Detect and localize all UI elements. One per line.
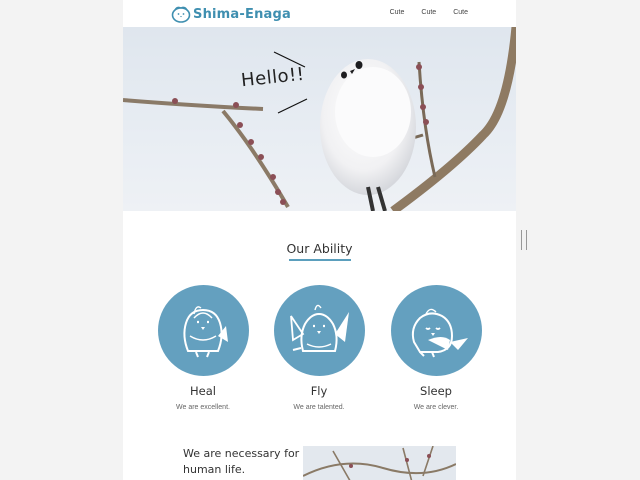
bird-sleep-icon: [411, 308, 468, 357]
page: Shima-Enaga Cute Cute Cute Hello!! Our A…: [123, 0, 516, 480]
ability-circle: [157, 285, 249, 376]
logo-text: Shima-Enaga: [193, 6, 291, 22]
ability-name: Heal: [190, 384, 216, 398]
ability-card-heal: Heal We are excellent.: [157, 285, 249, 411]
hero-image: Hello!!: [123, 27, 516, 211]
hero-photo: [123, 27, 516, 211]
branch-photo: [303, 446, 456, 480]
scrollbar-handle[interactable]: [521, 230, 527, 250]
bird-fly-icon: [290, 304, 349, 352]
section-title: Our Ability: [286, 241, 353, 256]
ability-name: Sleep: [420, 384, 452, 398]
ability-card-sleep: Sleep We are clever.: [390, 285, 482, 411]
logo[interactable]: Shima-Enaga: [171, 4, 291, 24]
ability-description: We are talented.: [293, 404, 345, 411]
ability-circle: [273, 285, 365, 376]
bird-heal-icon: [183, 305, 228, 357]
nav-link-cute-3[interactable]: Cute: [453, 9, 468, 16]
main-nav: Cute Cute Cute: [390, 9, 468, 16]
ability-name: Fly: [310, 384, 328, 398]
ability-circle: [390, 285, 482, 376]
section-underline: [289, 259, 351, 261]
site-header: Shima-Enaga Cute Cute Cute: [123, 0, 516, 27]
thumbnail-photo: [303, 446, 456, 480]
ability-description: We are clever.: [413, 404, 459, 411]
claim-text: We are necessary for human life.: [183, 447, 300, 476]
nav-link-cute-1[interactable]: Cute: [390, 9, 405, 16]
bird-logo-icon: [171, 6, 191, 23]
ability-card-fly: Fly We are talented.: [273, 285, 365, 411]
ability-description: We are excellent.: [176, 404, 230, 411]
nav-link-cute-2[interactable]: Cute: [421, 9, 436, 16]
